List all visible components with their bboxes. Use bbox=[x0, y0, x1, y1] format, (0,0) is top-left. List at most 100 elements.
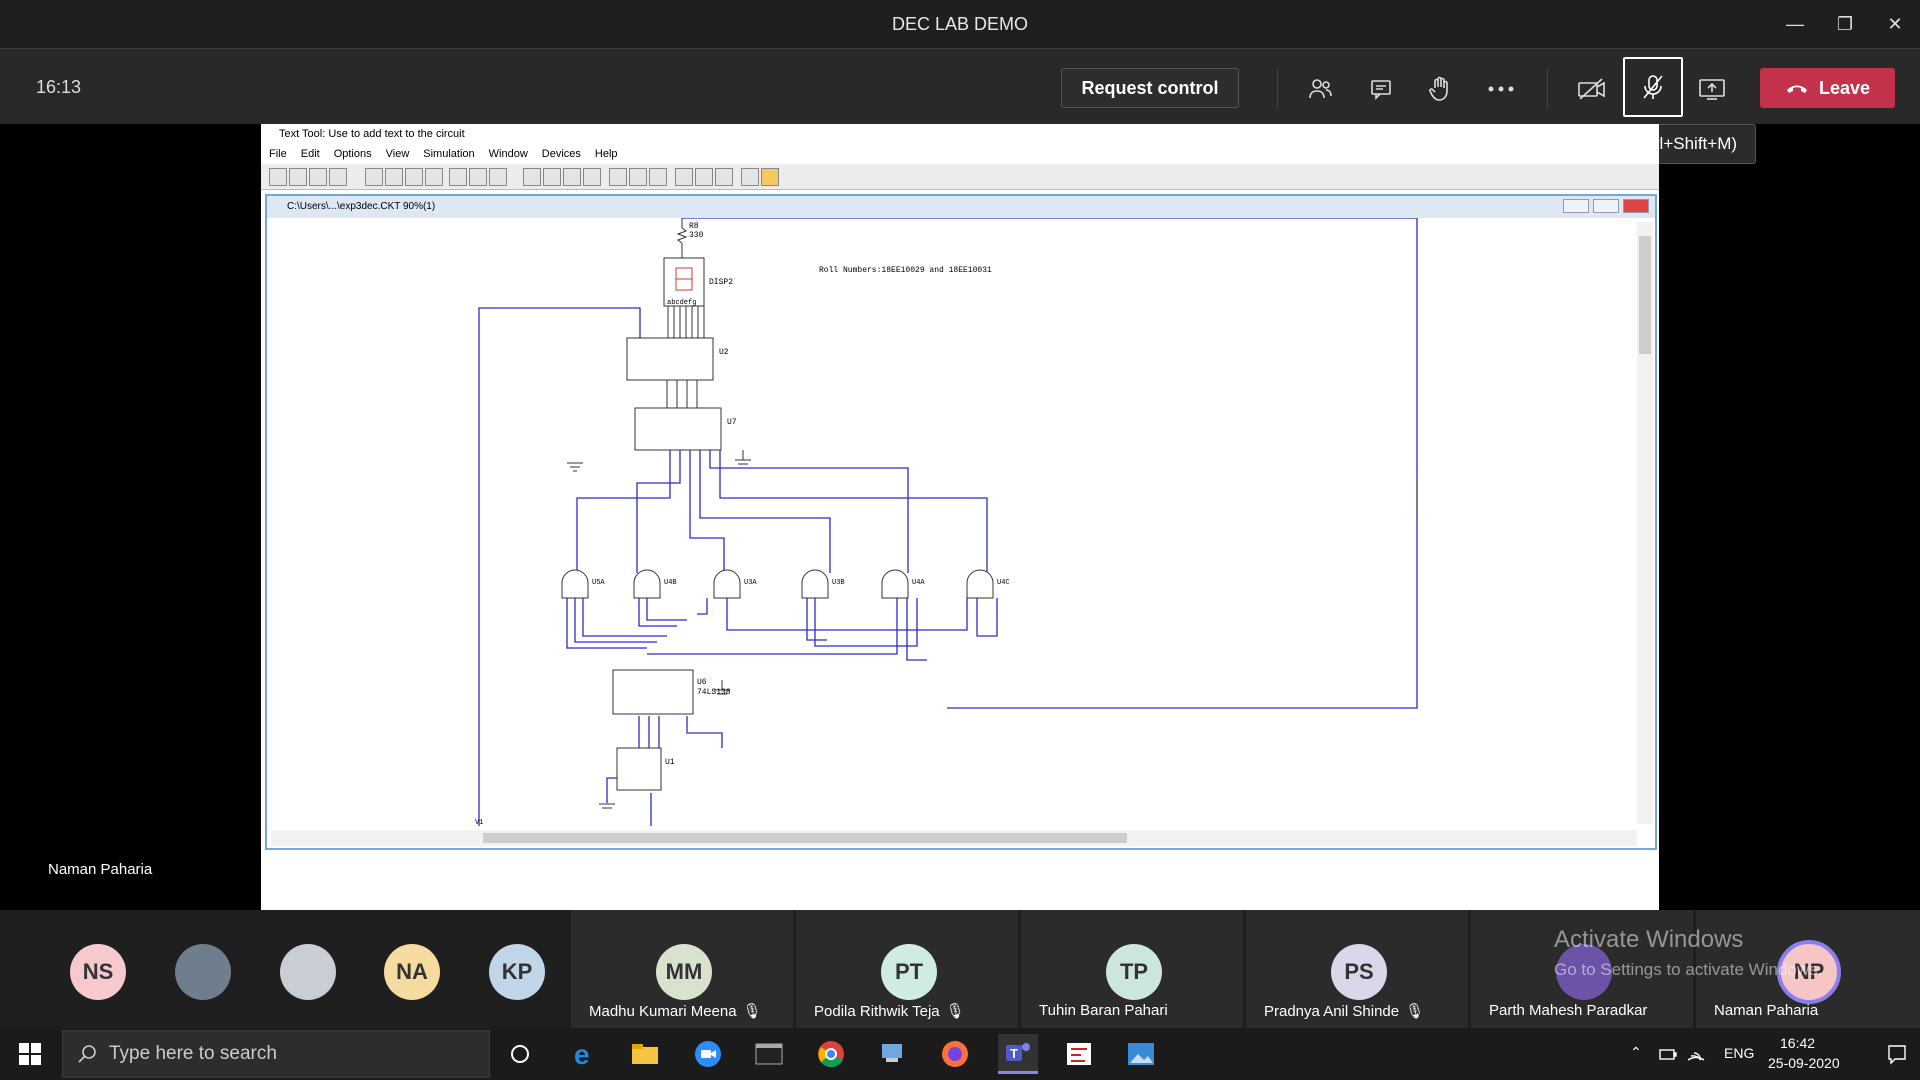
gate-tool-icon[interactable] bbox=[523, 168, 541, 186]
restore-icon[interactable]: ❐ bbox=[1820, 0, 1870, 48]
menu-devices[interactable]: Devices bbox=[542, 144, 581, 164]
gate-label: U3B bbox=[832, 579, 845, 587]
unmute-button[interactable] bbox=[1623, 57, 1683, 117]
pointer-tool-icon[interactable] bbox=[365, 168, 383, 186]
u6-label: U6 bbox=[697, 678, 707, 687]
taskbar-search[interactable]: Type here to search bbox=[62, 1030, 490, 1078]
tool-icon[interactable] bbox=[629, 168, 647, 186]
tool-icon[interactable] bbox=[695, 168, 713, 186]
shared-screen: Text Tool: Use to add text to the circui… bbox=[261, 124, 1659, 910]
mic-off-icon: 🎙 bbox=[945, 1003, 965, 1020]
file-explorer-icon[interactable] bbox=[625, 1034, 665, 1074]
leave-button[interactable]: Leave bbox=[1760, 68, 1895, 108]
circuit-app-icon[interactable] bbox=[1059, 1034, 1099, 1074]
text-tool-icon[interactable] bbox=[405, 168, 423, 186]
tool-icon[interactable] bbox=[649, 168, 667, 186]
probe-tool-icon[interactable] bbox=[425, 168, 443, 186]
menu-simulation[interactable]: Simulation bbox=[423, 144, 474, 164]
palette-icon[interactable] bbox=[761, 168, 779, 186]
app-icon[interactable] bbox=[872, 1034, 912, 1074]
task-view-icon[interactable] bbox=[500, 1034, 540, 1074]
new-file-icon[interactable] bbox=[269, 168, 287, 186]
tool-icon[interactable] bbox=[469, 168, 487, 186]
teams-icon[interactable]: T bbox=[998, 1034, 1038, 1074]
chevron-up-icon[interactable]: ⌃ bbox=[1630, 1044, 1642, 1061]
menu-file[interactable]: File bbox=[269, 144, 287, 164]
wire-tool-icon[interactable] bbox=[385, 168, 403, 186]
restore-icon[interactable] bbox=[1593, 199, 1619, 213]
edge-icon[interactable]: e bbox=[565, 1034, 605, 1074]
request-control-button[interactable]: Request control bbox=[1061, 68, 1239, 108]
close-icon[interactable] bbox=[1623, 199, 1649, 213]
tool-icon[interactable] bbox=[715, 168, 733, 186]
activation-watermark-sub: Go to Settings to activate Windows. bbox=[1554, 960, 1823, 979]
photos-icon[interactable] bbox=[1121, 1034, 1161, 1074]
gate-label: U5A bbox=[592, 579, 605, 587]
search-icon[interactable] bbox=[609, 168, 627, 186]
minimize-icon[interactable] bbox=[1563, 199, 1589, 213]
avatar: TP bbox=[1106, 944, 1162, 1000]
gate-label: U4B bbox=[664, 579, 677, 587]
participant-tile[interactable]: MM Madhu Kumari Meena 🎙 bbox=[571, 910, 793, 1028]
participant-tile[interactable]: TP Tuhin Baran Pahari bbox=[1021, 910, 1243, 1028]
window-titlebar: DEC LAB DEMO — ❐ ✕ bbox=[0, 0, 1920, 48]
participant-name: Parth Mahesh Paradkar bbox=[1489, 1002, 1648, 1019]
raise-hand-icon[interactable] bbox=[1418, 67, 1462, 111]
zoom-icon[interactable] bbox=[449, 168, 467, 186]
share-screen-icon[interactable] bbox=[1690, 67, 1734, 111]
battery-icon[interactable] bbox=[1658, 1044, 1678, 1064]
participant-tile[interactable]: NA bbox=[384, 910, 484, 1028]
scroll-thumb[interactable] bbox=[483, 833, 1127, 843]
save-icon[interactable] bbox=[309, 168, 327, 186]
presenter-name: Naman Paharia bbox=[48, 861, 153, 878]
more-options-icon[interactable] bbox=[1479, 67, 1523, 111]
chrome-icon[interactable] bbox=[811, 1034, 851, 1074]
participant-tile[interactable] bbox=[175, 910, 275, 1028]
participant-tile[interactable] bbox=[280, 910, 380, 1028]
wifi-icon[interactable] bbox=[1686, 1044, 1706, 1064]
firefox-icon[interactable] bbox=[935, 1034, 975, 1074]
help-icon[interactable] bbox=[741, 168, 759, 186]
participant-tile[interactable]: PT Podila Rithwik Teja 🎙 bbox=[796, 910, 1018, 1028]
menu-options[interactable]: Options bbox=[334, 144, 372, 164]
simulator-menu-bar: File Edit Options View Simulation Window… bbox=[261, 144, 1659, 164]
scroll-thumb[interactable] bbox=[1639, 236, 1651, 354]
vertical-scrollbar[interactable] bbox=[1637, 222, 1653, 824]
menu-edit[interactable]: Edit bbox=[301, 144, 320, 164]
rotate-icon[interactable] bbox=[543, 168, 561, 186]
avatar: MM bbox=[656, 944, 712, 1000]
language-indicator[interactable]: ENG bbox=[1724, 1045, 1754, 1061]
participant-tile[interactable]: NS bbox=[70, 910, 170, 1028]
tool-icon[interactable] bbox=[675, 168, 693, 186]
chat-icon[interactable] bbox=[1359, 67, 1403, 111]
zoom-app-icon[interactable] bbox=[688, 1034, 728, 1074]
participants-icon[interactable] bbox=[1298, 67, 1342, 111]
horizontal-scrollbar[interactable] bbox=[271, 830, 1637, 846]
terminal-icon[interactable] bbox=[749, 1034, 789, 1074]
avatar: NS bbox=[70, 944, 126, 1000]
print-icon[interactable] bbox=[329, 168, 347, 186]
svg-text:e: e bbox=[574, 1040, 590, 1068]
clock-date[interactable]: 25-09-2020 bbox=[1768, 1055, 1840, 1071]
circuit-window-title: C:\Users\...\exp3dec.CKT 90%(1) bbox=[267, 196, 1655, 218]
participant-tile[interactable]: PS Pradnya Anil Shinde 🎙 bbox=[1246, 910, 1468, 1028]
step-icon[interactable] bbox=[583, 168, 601, 186]
menu-help[interactable]: Help bbox=[595, 144, 618, 164]
circuit-schematic[interactable]: R8 330 abcdefg DISP2 Roll Numbers:18EE10… bbox=[267, 218, 1637, 826]
menu-view[interactable]: View bbox=[386, 144, 410, 164]
tool-icon[interactable] bbox=[489, 168, 507, 186]
open-folder-icon[interactable] bbox=[289, 168, 307, 186]
run-icon[interactable] bbox=[563, 168, 581, 186]
notifications-icon[interactable] bbox=[1886, 1043, 1908, 1065]
minimize-icon[interactable]: — bbox=[1770, 0, 1820, 48]
mic-off-icon bbox=[1643, 75, 1663, 99]
simulator-toolbar bbox=[261, 164, 1659, 190]
clock-time[interactable]: 16:42 bbox=[1780, 1035, 1815, 1051]
start-button[interactable] bbox=[0, 1028, 60, 1080]
close-icon[interactable]: ✕ bbox=[1870, 0, 1920, 48]
menu-window[interactable]: Window bbox=[489, 144, 528, 164]
camera-off-icon[interactable] bbox=[1570, 67, 1614, 111]
gate-label: U4A bbox=[912, 579, 925, 587]
v1-label: V1 bbox=[475, 819, 483, 826]
toolbar-divider bbox=[1277, 69, 1278, 109]
